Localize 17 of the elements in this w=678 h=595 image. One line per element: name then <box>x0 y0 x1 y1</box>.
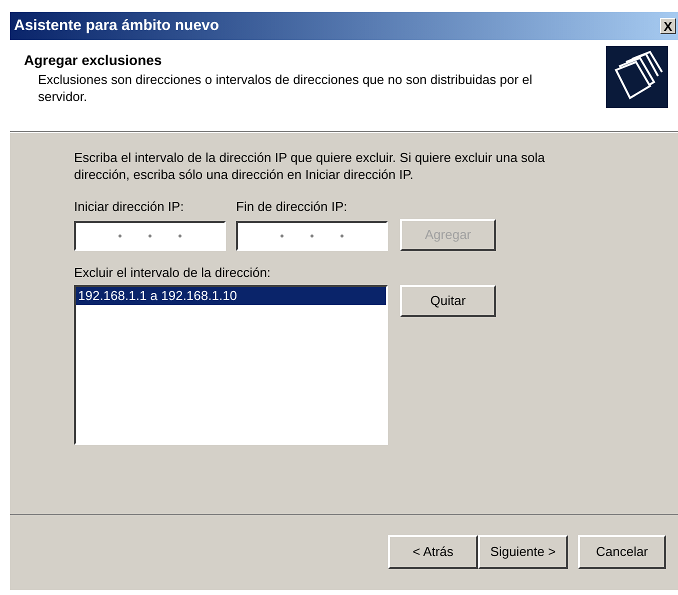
ip-address-field[interactable] <box>236 220 388 250</box>
ip-address-field[interactable] <box>74 220 226 250</box>
window-title: Asistente para ámbito nuevo <box>14 16 220 36</box>
folders-icon <box>606 46 668 108</box>
wizard-button[interactable]: < Atrás <box>388 535 478 569</box>
list-item[interactable]: 192.168.1.1 a 192.168.1.10 <box>76 287 386 305</box>
field-label: Iniciar dirección IP: <box>74 198 185 216</box>
header-title: Agregar exclusiones <box>24 51 163 70</box>
instructions-text: Escriba el intervalo de la dirección IP que quiere excluir. Si quiere excluir una sola dirección, escriba sólo una dirección en Iniciar dirección IP. <box>74 149 546 183</box>
close-button[interactable]: X <box>660 18 676 34</box>
exclusion-list[interactable]: 192.168.1.1 a 192.168.1.10 <box>74 285 388 445</box>
remove-button[interactable]: Quitar <box>400 285 496 317</box>
header-description: Exclusiones son direcciones o intervalos de direcciones que no son distribuidas por el servidor. <box>37 71 534 105</box>
list-label: Excluir el intervalo de la dirección: <box>74 264 272 282</box>
wizard-button[interactable]: Siguiente > <box>478 535 568 569</box>
field-label: Fin de dirección IP: <box>236 198 348 216</box>
wizard-button[interactable]: Cancelar <box>578 535 666 569</box>
